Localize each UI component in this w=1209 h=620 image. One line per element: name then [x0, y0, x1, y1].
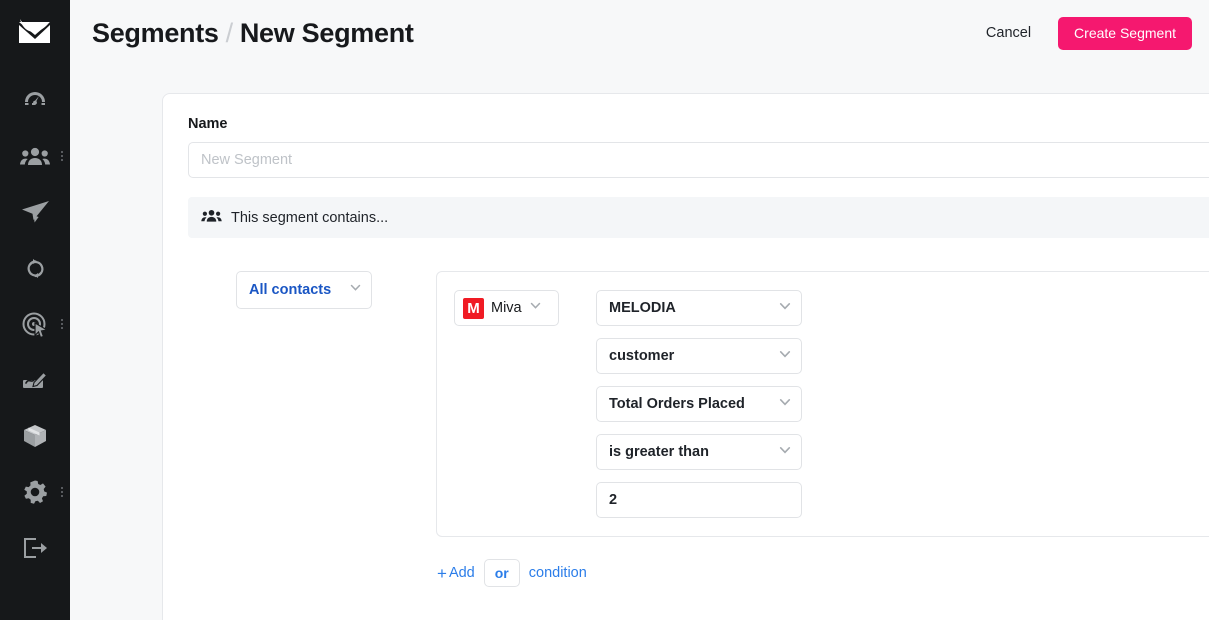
condition-link[interactable]: condition: [529, 565, 587, 581]
breadcrumb-separator: /: [225, 17, 234, 48]
sidebar-item-automation[interactable]: [0, 240, 70, 296]
chevron-down-icon: [529, 299, 542, 317]
provider-select[interactable]: M Miva: [454, 290, 559, 326]
sidebar-item-contacts[interactable]: [0, 128, 70, 184]
attribute-select-label: Total Orders Placed: [609, 396, 745, 412]
page-title: New Segment: [239, 17, 414, 48]
gear-icon: [22, 479, 48, 505]
sidebar-menu-contacts[interactable]: [61, 151, 63, 161]
chevron-down-icon: [349, 281, 362, 299]
target-cursor-icon: [22, 311, 49, 338]
cancel-button[interactable]: Cancel: [986, 25, 1031, 41]
entity-select[interactable]: customer: [596, 338, 802, 374]
or-toggle[interactable]: or: [483, 559, 520, 587]
envelope-logo-icon: [18, 18, 52, 49]
segment-name-input[interactable]: [188, 142, 1209, 178]
chevron-down-icon: [778, 443, 792, 462]
attribute-select[interactable]: Total Orders Placed: [596, 386, 802, 422]
app-root: Segments / New Segment Cancel Create Segme…: [0, 0, 1209, 620]
speedometer-icon: [22, 87, 48, 113]
segment-form-card: Name This segment contains...: [162, 93, 1209, 620]
sidebar-item-forms[interactable]: [0, 352, 70, 408]
segment-contains-text: This segment contains...: [231, 209, 389, 226]
breadcrumb: Segments / New Segment: [92, 18, 414, 49]
store-select[interactable]: MELODIA: [596, 290, 802, 326]
chevron-down-icon: [778, 395, 792, 414]
miva-logo-icon: M: [463, 297, 484, 319]
operator-select-label: is greater than: [609, 444, 709, 460]
people-icon: [20, 145, 50, 167]
sidebar-item-products[interactable]: [0, 408, 70, 464]
signature-pen-icon: [21, 368, 49, 392]
top-bar: Segments / New Segment Cancel Create Segme…: [70, 0, 1209, 66]
paper-plane-icon: [21, 200, 49, 225]
entity-select-label: customer: [609, 348, 675, 364]
sidebar: [0, 0, 70, 620]
name-label: Name: [188, 116, 228, 132]
chevron-down-icon: [778, 347, 792, 366]
condition-value-input[interactable]: [596, 482, 802, 518]
box-icon: [22, 423, 48, 449]
logout-icon: [22, 536, 49, 560]
sidebar-menu-targeting[interactable]: [61, 319, 63, 329]
store-select-label: MELODIA: [609, 300, 676, 316]
sidebar-item-campaigns[interactable]: [0, 184, 70, 240]
main-area: Segments / New Segment Cancel Create Segme…: [70, 0, 1209, 620]
breadcrumb-parent[interactable]: Segments: [92, 18, 219, 48]
sidebar-menu-settings[interactable]: [61, 487, 63, 497]
segment-contains-bar: This segment contains...: [188, 197, 1209, 238]
sidebar-item-settings[interactable]: [0, 464, 70, 520]
create-segment-button[interactable]: Create Segment: [1058, 16, 1192, 50]
loop-arrows-icon: [22, 257, 49, 280]
add-condition-row: + Add or condition: [437, 559, 587, 587]
scope-select-label: All contacts: [249, 282, 332, 298]
operator-select[interactable]: is greater than: [596, 434, 802, 470]
plus-icon: +: [437, 563, 447, 583]
chevron-down-icon: [778, 299, 792, 318]
sidebar-item-targeting[interactable]: [0, 296, 70, 352]
app-logo[interactable]: [0, 0, 70, 66]
add-link[interactable]: Add: [449, 565, 475, 581]
sidebar-item-dashboard[interactable]: [0, 72, 70, 128]
sidebar-item-logout[interactable]: [0, 520, 70, 576]
provider-select-label: Miva: [491, 300, 522, 316]
people-icon: [201, 208, 222, 228]
scope-select[interactable]: All contacts: [236, 271, 372, 309]
condition-card: M Miva MELODIA customer Total Orders Pla…: [436, 271, 1209, 537]
